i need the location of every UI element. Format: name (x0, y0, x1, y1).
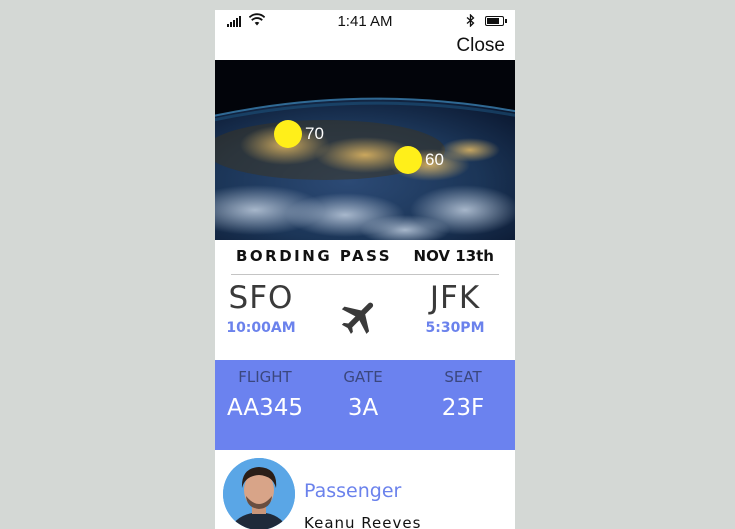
pass-title: BORDING PASS (236, 247, 393, 265)
seat-value: 23F (441, 395, 485, 421)
marker-dot (394, 146, 422, 174)
close-button[interactable]: Close (456, 35, 505, 57)
earth-map-image: 70 60 (215, 60, 515, 240)
flight-number: AA345 (226, 395, 303, 421)
bluetooth-icon (466, 14, 475, 27)
boarding-pass-screen: 1:41 AM Close 70 60 BORDING PASS NOV 13t… (215, 10, 515, 529)
marker-value: 70 (305, 124, 324, 143)
airplane-icon (341, 302, 374, 334)
battery-icon (485, 16, 507, 26)
map-marker[interactable]: 60 (394, 146, 444, 174)
destination-code: JFK (429, 280, 481, 316)
marker-value: 60 (425, 150, 444, 169)
status-bar: 1:41 AM (215, 10, 515, 32)
gate-value: 3A (347, 395, 379, 421)
seat-column: SEAT 23F (413, 360, 513, 421)
flight-label: FLIGHT (238, 368, 292, 386)
passenger-name: Keanu Reeves (304, 514, 422, 529)
flight-column: FLIGHT AA345 (215, 360, 315, 421)
arrival-time: 5:30PM (425, 320, 485, 336)
map-marker[interactable]: 70 (274, 120, 324, 148)
departure-time: 10:00AM (226, 320, 296, 336)
gate-label: GATE (343, 368, 383, 386)
passenger-label: Passenger (304, 480, 402, 502)
marker-dot (274, 120, 302, 148)
passenger-avatar (223, 458, 295, 529)
flight-details-band: FLIGHT AA345 GATE 3A SEAT 23F (215, 360, 515, 450)
flight-date: NOV 13th (413, 247, 494, 265)
gate-column: GATE 3A (313, 360, 413, 421)
divider (231, 274, 499, 275)
origin-code: SFO (228, 280, 294, 316)
seat-label: SEAT (444, 368, 482, 386)
